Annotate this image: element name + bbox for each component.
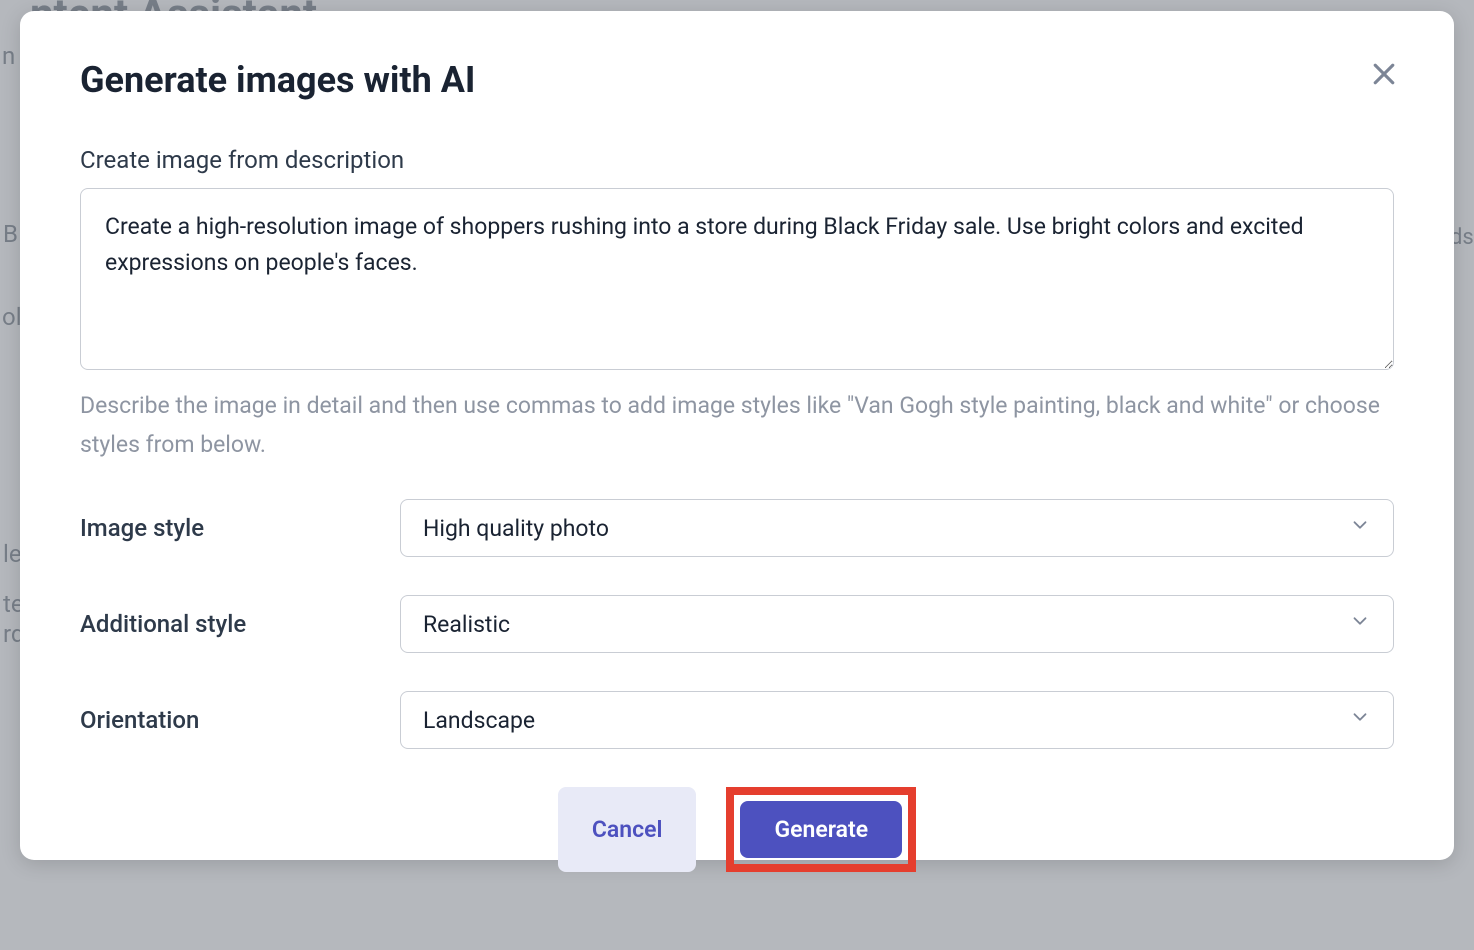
- chevron-down-icon: [1349, 610, 1371, 638]
- description-textarea[interactable]: [80, 188, 1394, 370]
- chevron-down-icon: [1349, 706, 1371, 734]
- helper-text: Describe the image in detail and then us…: [80, 386, 1394, 464]
- close-icon[interactable]: [1369, 59, 1399, 93]
- orientation-select[interactable]: Landscape: [400, 691, 1394, 749]
- background-text: le: [3, 540, 22, 568]
- additional-style-label: Additional style: [80, 610, 400, 638]
- image-style-label: Image style: [80, 514, 400, 542]
- additional-style-select[interactable]: Realistic: [400, 595, 1394, 653]
- orientation-value: Landscape: [423, 707, 535, 734]
- description-label: Create image from description: [80, 146, 1394, 174]
- image-style-select[interactable]: High quality photo: [400, 499, 1394, 557]
- background-text: n: [2, 42, 15, 70]
- modal-title: Generate images with AI: [80, 59, 1394, 101]
- generate-button[interactable]: Generate: [740, 801, 902, 858]
- orientation-label: Orientation: [80, 706, 400, 734]
- generate-highlight: Generate: [726, 787, 916, 872]
- image-style-value: High quality photo: [423, 515, 609, 542]
- chevron-down-icon: [1349, 514, 1371, 542]
- additional-style-value: Realistic: [423, 611, 510, 638]
- cancel-button[interactable]: Cancel: [558, 787, 697, 872]
- generate-images-modal: Generate images with AI Create image fro…: [20, 11, 1454, 860]
